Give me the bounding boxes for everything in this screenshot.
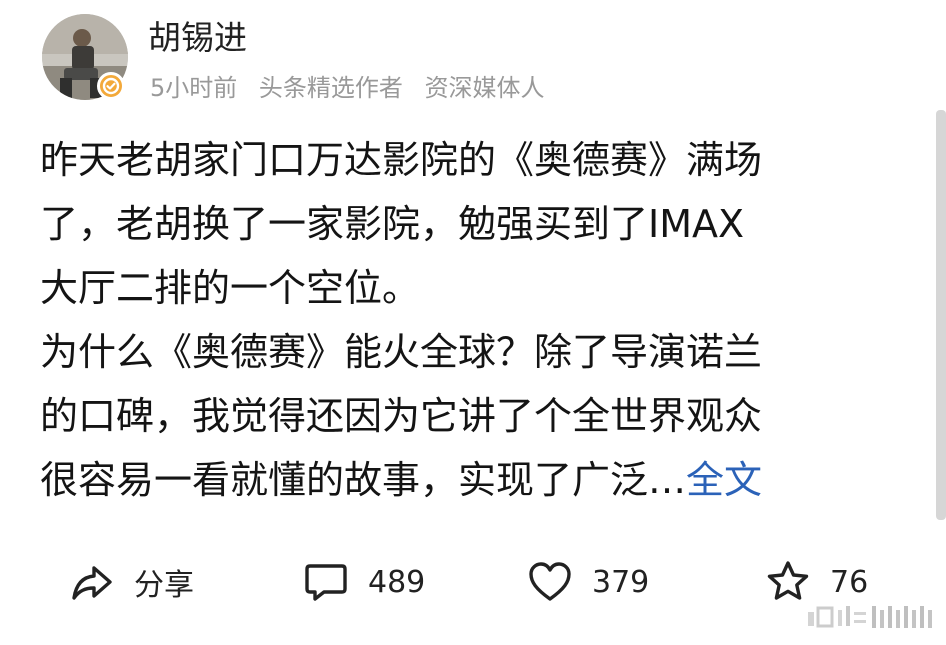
post-card: 胡锡进 5小时前 头条精选作者 资深媒体人 昨天老胡家门口万达影院的《奥德赛》满… (0, 0, 946, 645)
like-button[interactable]: 379 (526, 552, 649, 612)
like-count: 379 (592, 564, 650, 600)
post-content: 昨天老胡家门口万达影院的《奥德赛》满场 了，老胡换了一家影院，勉强买到了IMAX… (40, 128, 920, 512)
comment-count: 489 (368, 564, 426, 600)
scrollbar[interactable] (936, 110, 946, 520)
post-line: 了，老胡换了一家影院，勉强买到了IMAX (40, 202, 745, 246)
comment-button[interactable]: 489 (302, 552, 425, 612)
post-line: 的口碑，我觉得还因为它讲了个全世界观众 (40, 394, 763, 438)
post-time: 5小时前 (150, 74, 238, 102)
share-icon (72, 566, 112, 600)
watermark-logo (808, 604, 932, 630)
favorite-button[interactable]: 76 (764, 552, 868, 612)
post-line: 为什么《奥德赛》能火全球？除了导演诺兰 (40, 330, 763, 374)
read-full-link[interactable]: 全文 (686, 458, 762, 502)
comment-icon (305, 564, 347, 601)
author-name[interactable]: 胡锡进 (148, 16, 247, 60)
verified-badge-icon (97, 72, 125, 100)
post-line-last: 很容易一看就懂的故事，实现了广泛…全文 (40, 448, 920, 512)
share-button[interactable]: 分享 (68, 552, 194, 612)
favorite-count: 76 (830, 564, 869, 600)
action-bar: 分享 489 379 76 (0, 552, 946, 612)
star-icon (767, 561, 809, 600)
post-line: 大厅二排的一个空位。 (40, 266, 421, 310)
share-label: 分享 (134, 568, 194, 603)
heart-icon (529, 562, 571, 601)
author-tag-media: 资深媒体人 (424, 74, 545, 102)
post-meta: 5小时前 头条精选作者 资深媒体人 (150, 72, 545, 104)
post-line: 昨天老胡家门口万达影院的《奥德赛》满场 (40, 138, 763, 182)
author-tag-featured: 头条精选作者 (258, 74, 403, 102)
post-excerpt-end: 很容易一看就懂的故事，实现了广泛… (40, 458, 687, 502)
